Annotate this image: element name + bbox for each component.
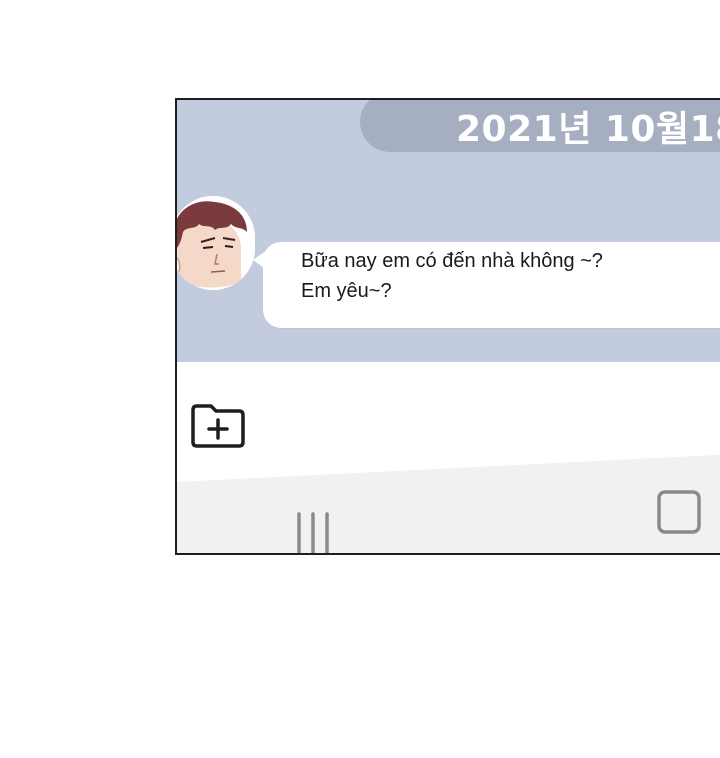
- phone-screen: 2021년 10월18일 Bữa nay em có đến nhà không…: [175, 98, 720, 555]
- avatar[interactable]: [177, 196, 255, 290]
- chat-area: 2021년 10월18일 Bữa nay em có đến nhà không…: [177, 100, 720, 362]
- message-line-2: Em yêu~?: [301, 280, 392, 302]
- recent-apps-icon[interactable]: [293, 510, 333, 555]
- date-label: 2021년 10월18일: [456, 109, 720, 150]
- home-square-icon[interactable]: [655, 488, 703, 536]
- date-pill: 2021년 10월18일: [360, 100, 720, 152]
- nav-bar: [177, 482, 720, 553]
- folder-plus-icon[interactable]: [189, 400, 247, 450]
- avatar-face-icon: [177, 196, 255, 290]
- message-line-1: Bữa nay em có đến nhà không ~?: [301, 250, 603, 272]
